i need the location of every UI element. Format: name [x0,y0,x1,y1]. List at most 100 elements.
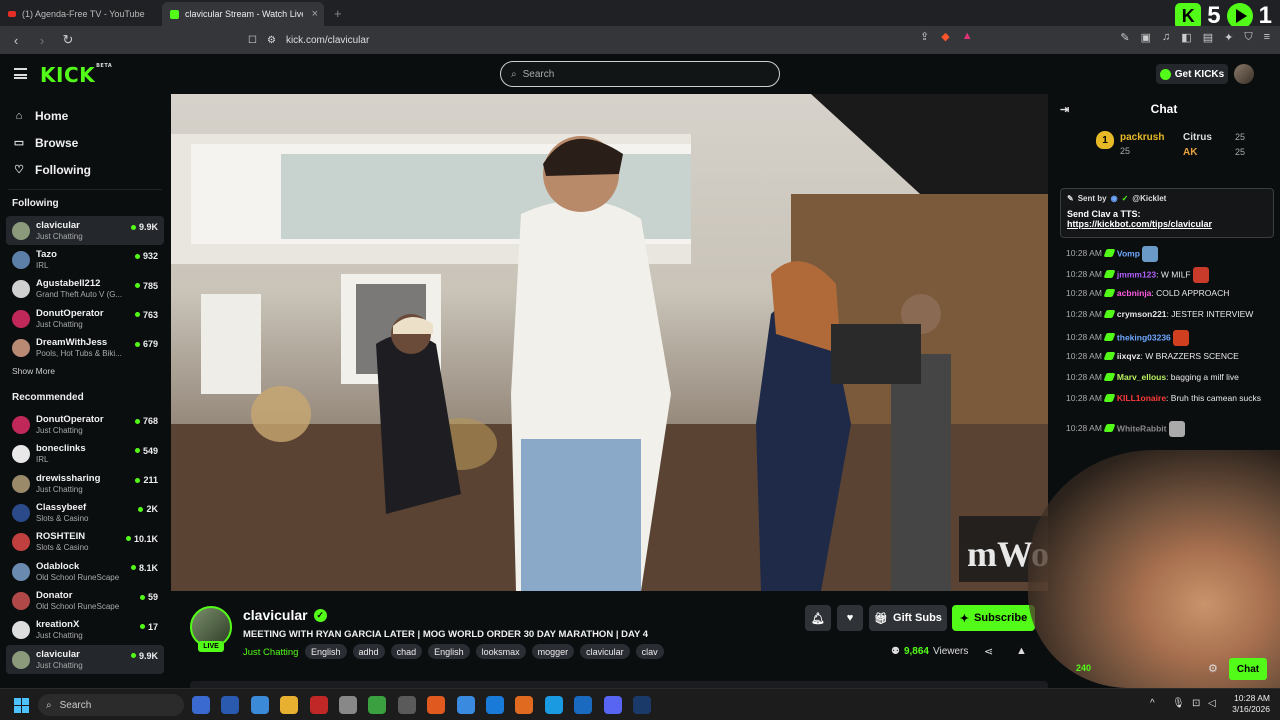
site-info-icon[interactable]: ⚙ [267,35,276,46]
sidebar-toggle-icon[interactable]: ◧ [1181,31,1191,44]
top-gifter-name[interactable]: packrush [1120,132,1164,143]
sidebar-item-browse[interactable]: ▭ Browse [0,129,170,156]
gift-subs-button[interactable]: 🎁︎ Gift Subs [869,605,947,631]
taskbar-app-icon[interactable] [309,696,328,714]
avatar[interactable] [1234,64,1254,84]
gifter-name[interactable]: AK [1183,147,1197,158]
video-player[interactable]: mWo [171,94,1048,591]
sidebar-channel-dreamwithjess[interactable]: DreamWithJess Pools, Hot Tubs & Biki... 67… [0,333,170,362]
taskbar-app-icon[interactable] [427,696,446,714]
search-input[interactable]: ⌕ Search [500,61,780,87]
message-user[interactable]: theking03236 [1117,332,1171,342]
windows-start-icon[interactable] [14,698,29,713]
channel-name[interactable]: clavicular ✓ [243,607,327,623]
wallet-icon[interactable]: ▤ [1203,31,1213,44]
taskbar-app-icon[interactable] [456,696,475,714]
sidebar-channel-kreationx[interactable]: kreationX Just Chatting 17 [0,616,170,645]
clock[interactable]: 10:28 AM 3/16/2026 [1232,693,1270,715]
sidebar-item-home[interactable]: ⌂ Home [0,102,170,129]
message-user[interactable]: Vomp [1117,248,1140,258]
message-user[interactable]: iixqvz [1117,351,1141,361]
taskbar-app-icon[interactable] [192,696,210,714]
taskbar-app-icon[interactable] [221,696,240,714]
stream-tag[interactable]: clavicular [580,644,630,659]
pinned-message[interactable]: ✎ Sent by ◉ ✓ @Kicklet Send Clav a TTS: … [1060,188,1274,238]
hamburger-menu-icon[interactable] [14,68,27,79]
share-icon[interactable]: ⋖ [984,645,993,658]
stream-tag[interactable]: English [305,644,347,659]
follow-button[interactable]: ♥ [837,605,863,631]
music-icon[interactable]: ♫ [1162,31,1170,44]
sidebar-channel-tazo[interactable]: Tazo IRL 932 [0,245,170,274]
new-tab-button[interactable]: + [334,6,342,21]
microphone-icon[interactable]: 🎙︎ [1172,698,1185,709]
taskbar-app-icon[interactable] [397,696,416,714]
message-user[interactable]: crymson221 [1117,309,1167,319]
stream-tag[interactable]: looksmax [475,644,526,659]
pinned-link[interactable]: https://kickbot.com/tips/clavicular [1067,219,1267,229]
collapse-chat-icon[interactable]: ⇥ [1060,103,1069,116]
leo-ai-icon[interactable]: ✦ [1224,31,1233,44]
message-user[interactable]: acbninja [1117,288,1151,298]
stream-tag[interactable]: chad [390,644,423,659]
report-icon[interactable]: ▲ [1016,645,1027,657]
notify-button[interactable]: 🔔︎ [805,605,831,631]
sidebar-channel-donutoperator[interactable]: DonutOperator Just Chatting 768 [0,410,170,439]
back-icon[interactable]: ‹ [6,33,26,48]
sidebar-channel-clavicular[interactable]: clavicular Just Chatting 9.9K [6,216,164,246]
subscribe-button[interactable]: ✦ Subscribe [952,605,1035,631]
taskbar-app-icon[interactable] [486,696,504,714]
sidebar-channel-roshtein[interactable]: ROSHTEIN Slots & Casino 10.1K [0,528,170,557]
channel-points[interactable]: 240 [1076,663,1091,673]
sidebar-channel-odablock[interactable]: Odablock Old School RuneScape 8.1K [0,557,170,586]
taskbar-app-icon[interactable] [515,696,534,714]
stream-tag[interactable]: adhd [352,644,385,659]
taskbar-app-icon[interactable] [339,696,357,714]
screenshot-icon[interactable]: ▣ [1141,31,1151,44]
menu-icon[interactable]: ≡ [1264,31,1270,44]
message-user[interactable]: WhiteRabbit [1117,423,1167,433]
taskbar-app-icon[interactable] [250,696,269,714]
address-bar[interactable]: ☐ ⚙ kick.com/clavicular [248,30,988,50]
stream-tag[interactable]: mogger [531,644,575,659]
browser-tab-kick[interactable]: clavicular Stream - Watch Live × [162,2,324,26]
kick-logo[interactable]: KICKBETA [40,63,112,87]
browser-tab-youtube[interactable]: (1) Agenda-Free TV - YouTube [0,2,162,26]
taskbar-app-icon[interactable] [603,696,622,714]
taskbar-search[interactable]: ⌕ Search [38,694,184,716]
sidebar-channel-agustabell212[interactable]: Agustabell212 Grand Theft Auto V (G... 785 [0,275,170,304]
vpn-icon[interactable]: ⛉ [1244,31,1252,44]
stream-tag[interactable]: clav [635,644,664,659]
volume-icon[interactable]: ◁ [1208,698,1216,709]
share-icon[interactable]: ⇪ [920,30,929,43]
reload-icon[interactable]: ↻ [58,32,78,48]
stream-tag[interactable]: English [428,644,470,659]
sidebar-channel-donator[interactable]: Donator Old School RuneScape 59 [0,586,170,615]
extensions-icon[interactable]: ✎ [1120,31,1129,44]
taskbar-app-icon[interactable] [368,696,387,714]
network-icon[interactable]: ⊡ [1192,698,1200,709]
message-user[interactable]: KILL1onaire [1117,393,1166,403]
sidebar-channel-boneclinks[interactable]: boneclinks IRL 549 [0,440,170,469]
bookmark-icon[interactable]: ☐ [248,35,257,46]
message-user[interactable]: Marv_ellous [1117,372,1166,382]
tray-overflow-icon[interactable]: ^ [1150,698,1155,709]
send-chat-button[interactable]: Chat [1229,658,1267,680]
get-kicks-button[interactable]: Get KICKs [1156,64,1228,84]
rewards-icon[interactable]: ▲ [962,30,973,43]
stream-category[interactable]: Just Chatting [243,647,298,658]
brave-shield-icon[interactable]: ◆ [941,30,949,43]
taskbar-app-icon[interactable] [574,696,593,714]
gifter-name[interactable]: Citrus [1183,132,1212,143]
sidebar-channel-classybeef[interactable]: Classybeef Slots & Casino 2K [0,498,170,527]
chat-settings-icon[interactable]: ⚙ [1208,662,1218,675]
taskbar-app-icon[interactable] [633,696,651,714]
taskbar-app-icon[interactable] [280,696,299,714]
taskbar-app-icon[interactable] [544,696,563,714]
sidebar-channel-donutoperator[interactable]: DonutOperator Just Chatting 763 [0,304,170,333]
sidebar-item-following[interactable]: ♡ Following [0,156,170,183]
forward-icon[interactable]: › [32,33,52,48]
message-user[interactable]: jmmm123 [1117,269,1156,279]
show-more-link[interactable]: Show More [0,366,170,384]
sidebar-channel-clavicular[interactable]: clavicular Just Chatting 9.9K [6,644,164,675]
